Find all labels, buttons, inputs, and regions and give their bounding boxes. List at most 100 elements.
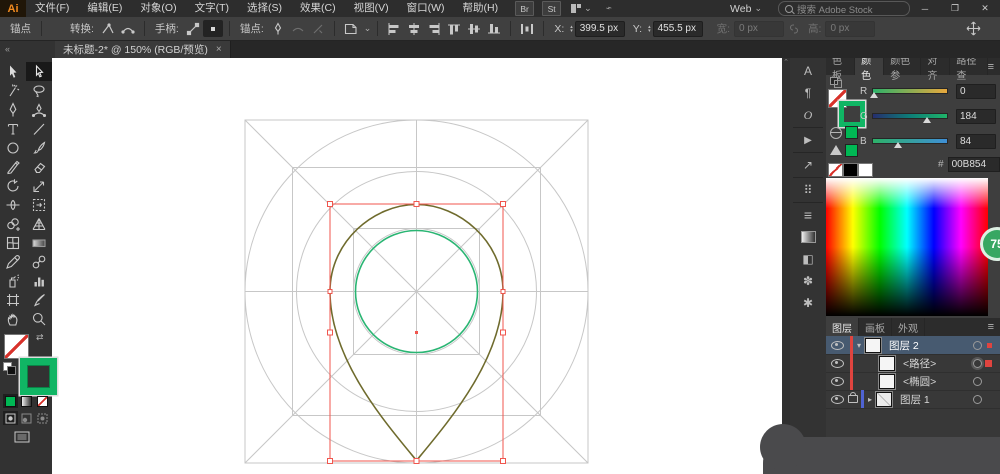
lasso-tool[interactable] xyxy=(26,81,52,100)
tab-color[interactable]: 颜色 xyxy=(855,58,884,75)
hex-value-input[interactable]: 00B854 xyxy=(948,157,1000,172)
g-value[interactable]: 184 xyxy=(956,109,996,124)
settings-panel-icon[interactable]: ✱ xyxy=(790,292,826,314)
tab-layers[interactable]: 图层 xyxy=(826,318,859,336)
none-mode-button[interactable] xyxy=(35,394,50,408)
b-slider[interactable] xyxy=(872,138,948,144)
target-circle[interactable] xyxy=(973,377,982,386)
draw-behind-button[interactable] xyxy=(19,411,34,425)
eraser-tool[interactable] xyxy=(26,157,52,176)
menu-file[interactable]: 文件(F) xyxy=(26,0,78,17)
r-value[interactable]: 0 xyxy=(956,84,996,99)
width-input[interactable]: 0 px xyxy=(734,21,784,37)
transform-icon[interactable] xyxy=(963,20,983,37)
perspective-grid-tool[interactable] xyxy=(26,214,52,233)
tab-swatches[interactable]: 色板 xyxy=(826,58,855,75)
opentype-panel-icon[interactable]: O xyxy=(790,104,826,126)
gradient-panel-icon[interactable] xyxy=(790,226,826,248)
convert-to-corner-icon[interactable] xyxy=(98,20,118,37)
draw-inside-button[interactable] xyxy=(35,411,50,425)
tab-pathfinder[interactable]: 路径查 xyxy=(950,58,987,75)
menu-type[interactable]: 文字(T) xyxy=(186,0,238,17)
b-value[interactable]: 84 xyxy=(956,134,996,149)
magic-wand-tool[interactable] xyxy=(0,81,26,100)
adobe-stock-search[interactable]: 搜索 Adobe Stock xyxy=(778,1,910,16)
ellipse-tool[interactable] xyxy=(0,138,26,157)
layer-row-path[interactable]: <路径> xyxy=(826,354,1000,373)
eyedropper-tool[interactable] xyxy=(0,252,26,271)
align-v-center-icon[interactable] xyxy=(464,20,484,37)
artboard-tool[interactable] xyxy=(0,290,26,309)
hide-handles-icon[interactable] xyxy=(203,20,223,37)
menu-window[interactable]: 窗口(W) xyxy=(398,0,454,17)
show-handles-icon[interactable] xyxy=(183,20,203,37)
curvature-tool[interactable] xyxy=(26,100,52,119)
chevron-down-icon[interactable]: ⌄ xyxy=(584,3,592,14)
target-circle[interactable] xyxy=(973,341,982,350)
restore-button[interactable]: ❐ xyxy=(940,0,970,17)
layer-name[interactable]: <路径> xyxy=(903,356,936,371)
black-swatch[interactable] xyxy=(843,163,858,177)
layer-thumbnail[interactable] xyxy=(876,392,892,407)
canvas[interactable] xyxy=(52,58,782,474)
menu-edit[interactable]: 编辑(E) xyxy=(78,0,131,17)
pen-tool[interactable] xyxy=(0,100,26,119)
menu-help[interactable]: 帮助(H) xyxy=(454,0,508,17)
symbols-panel-icon[interactable]: ✽ xyxy=(790,270,826,292)
layer-row-layer2[interactable]: ▾ 图层 2 xyxy=(826,336,1000,355)
tab-appearance[interactable]: 外观 xyxy=(892,318,925,336)
gamut-warning-icon[interactable] xyxy=(830,145,842,155)
color-spectrum[interactable] xyxy=(826,178,988,316)
visibility-eye-icon[interactable] xyxy=(831,395,844,404)
remove-anchor-icon[interactable] xyxy=(288,20,308,37)
expand-icon[interactable]: ▾ xyxy=(853,341,865,350)
close-button[interactable]: ✕ xyxy=(970,0,1000,17)
blend-tool[interactable] xyxy=(26,252,52,271)
layer-row-ellipse[interactable]: <椭圆> xyxy=(826,372,1000,391)
layer-name[interactable]: 图层 1 xyxy=(900,392,930,407)
align-bottom-icon[interactable] xyxy=(484,20,504,37)
align-left-icon[interactable] xyxy=(384,20,404,37)
vertical-scrollbar[interactable]: ⌃ xyxy=(782,58,790,474)
align-h-center-icon[interactable] xyxy=(404,20,424,37)
mesh-tool[interactable] xyxy=(0,233,26,252)
symbol-sprayer-tool[interactable] xyxy=(0,271,26,290)
layer-thumbnail[interactable] xyxy=(879,356,895,371)
y-stepper[interactable]: ▴▾ xyxy=(648,25,651,33)
align-top-icon[interactable] xyxy=(444,20,464,37)
tools-collapse-icon[interactable]: « xyxy=(0,40,57,58)
cut-path-icon[interactable] xyxy=(308,20,328,37)
mini-fill-stroke-icon[interactable] xyxy=(830,77,846,87)
menu-select[interactable]: 选择(S) xyxy=(238,0,291,17)
stroke-panel-icon[interactable]: ≡ xyxy=(790,204,826,226)
align-right-icon[interactable] xyxy=(424,20,444,37)
add-anchor-icon[interactable] xyxy=(268,20,288,37)
direct-selection-tool[interactable] xyxy=(26,62,52,81)
stock-button[interactable]: St xyxy=(542,1,561,16)
column-graph-tool[interactable] xyxy=(26,271,52,290)
type-tool[interactable] xyxy=(0,119,26,138)
layer-row-layer1[interactable]: ▸ 图层 1 xyxy=(826,390,1000,409)
layer-name[interactable]: <椭圆> xyxy=(903,374,936,389)
panel-menu-icon[interactable]: ≡ xyxy=(988,58,1000,75)
chevron-down-icon[interactable]: ⌄ xyxy=(364,23,372,34)
workspace-select[interactable]: Web ⌄ xyxy=(730,3,762,15)
stroke-swatch-green[interactable] xyxy=(20,358,57,395)
scroll-up-icon[interactable]: ⌃ xyxy=(783,59,789,66)
scale-tool[interactable] xyxy=(26,176,52,195)
paintbrush-tool[interactable] xyxy=(26,138,52,157)
r-slider[interactable] xyxy=(872,88,948,94)
convert-to-smooth-icon[interactable] xyxy=(118,20,138,37)
lock-icon[interactable] xyxy=(848,395,858,403)
visibility-eye-icon[interactable] xyxy=(831,359,844,368)
shape-builder-tool[interactable] xyxy=(0,214,26,233)
line-segment-tool[interactable] xyxy=(26,119,52,138)
free-transform-tool[interactable] xyxy=(26,195,52,214)
width-tool[interactable] xyxy=(0,195,26,214)
layer-thumbnail[interactable] xyxy=(865,338,881,353)
actions-panel-icon[interactable]: ▶ xyxy=(790,129,826,151)
menu-effect[interactable]: 效果(C) xyxy=(291,0,345,17)
visibility-eye-icon[interactable] xyxy=(831,341,844,350)
layer-name[interactable]: 图层 2 xyxy=(889,338,919,353)
menu-object[interactable]: 对象(O) xyxy=(131,0,185,17)
